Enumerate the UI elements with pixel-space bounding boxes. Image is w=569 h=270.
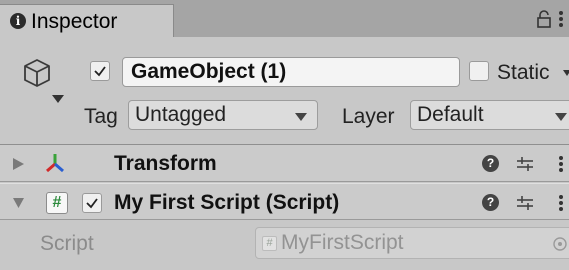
script-object-value: MyFirstScript: [281, 231, 404, 254]
foldout-collapsed-icon[interactable]: [13, 158, 24, 170]
lock-icon[interactable]: [537, 10, 551, 28]
script-property-label: Script: [40, 232, 94, 255]
tab-bar: i Inspector: [0, 0, 569, 37]
checkmark-icon: [94, 66, 106, 77]
info-icon: i: [10, 13, 26, 29]
component-title: My First Script (Script): [114, 191, 340, 214]
tag-dropdown[interactable]: Untagged: [128, 100, 318, 130]
static-label: Static: [497, 61, 550, 84]
presets-icon[interactable]: [516, 155, 534, 173]
component-menu-icon[interactable]: [558, 194, 564, 212]
script-enabled-checkbox[interactable]: [82, 193, 102, 213]
component-title: Transform: [114, 152, 217, 175]
foldout-expanded-icon[interactable]: [13, 197, 24, 209]
component-script-header[interactable]: # My First Script (Script) ?: [0, 183, 569, 220]
object-picker-icon[interactable]: [553, 237, 567, 251]
active-checkbox[interactable]: [90, 61, 110, 81]
component-transform-header[interactable]: Transform ?: [0, 145, 569, 182]
chevron-down-icon: [295, 113, 307, 121]
object-name-field[interactable]: GameObject (1): [122, 57, 460, 87]
presets-icon[interactable]: [516, 194, 534, 212]
tag-value: Untagged: [135, 103, 227, 126]
gameobject-cube-icon[interactable]: [22, 58, 52, 88]
static-dropdown-arrow-icon[interactable]: [563, 70, 569, 76]
layer-dropdown[interactable]: Default: [410, 100, 569, 130]
layer-label: Layer: [342, 105, 395, 128]
help-icon[interactable]: ?: [482, 155, 499, 172]
chevron-down-icon: [555, 113, 567, 121]
transform-icon: [46, 154, 64, 173]
layer-value: Default: [417, 103, 484, 126]
tab-label: Inspector: [31, 10, 118, 33]
component-menu-icon[interactable]: [558, 155, 564, 173]
checkmark-icon: [86, 198, 98, 209]
script-icon: #: [46, 192, 68, 214]
icon-dropdown-arrow-icon[interactable]: [52, 95, 64, 103]
script-property-row: Script # MyFirstScript: [0, 221, 569, 270]
script-asset-icon: #: [262, 236, 277, 251]
tab-menu-icon[interactable]: [558, 10, 564, 28]
tag-label: Tag: [84, 105, 118, 128]
gameobject-header: GameObject (1) Static Tag Untagged Layer…: [0, 37, 569, 145]
script-object-field[interactable]: # MyFirstScript: [255, 227, 569, 259]
tab-inspector[interactable]: i Inspector: [0, 4, 174, 37]
static-checkbox[interactable]: [469, 61, 489, 81]
help-icon[interactable]: ?: [482, 194, 499, 211]
